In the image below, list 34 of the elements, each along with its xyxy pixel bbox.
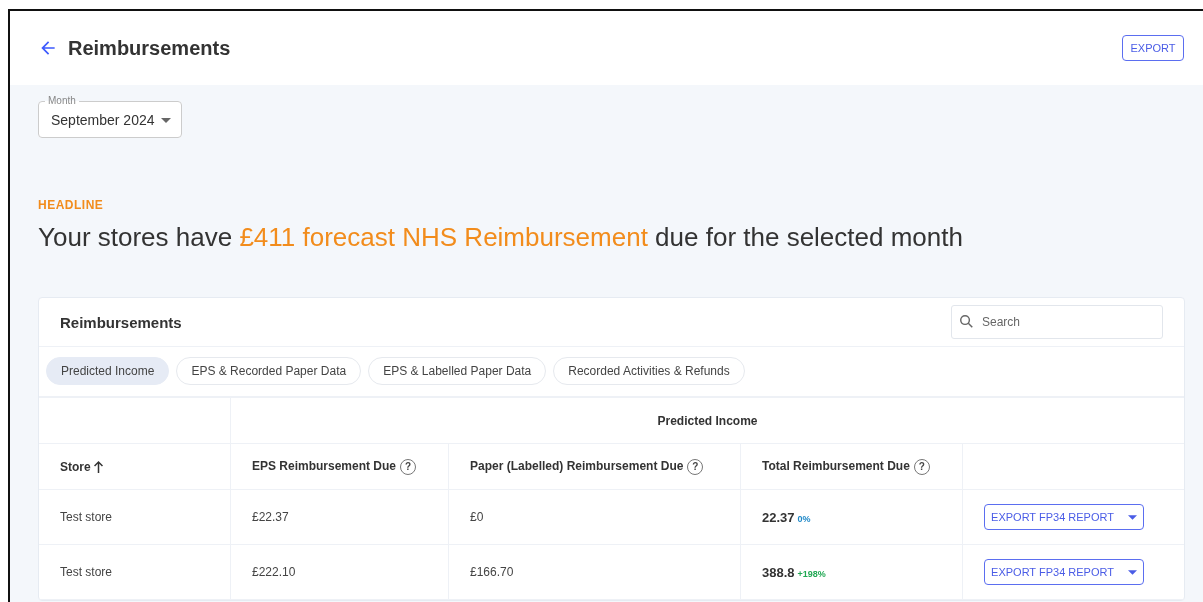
table-cell: £22.37 (230, 489, 449, 545)
search-icon (960, 315, 973, 328)
column-header[interactable]: Total Reimbursement Due ? (740, 443, 963, 490)
month-value: September 2024 (51, 112, 155, 128)
change-percent: 0% (797, 513, 811, 524)
change-percent: +198% (797, 568, 826, 579)
tab[interactable]: EPS & Recorded Paper Data (176, 357, 362, 385)
total-value: 22.37 (762, 509, 795, 525)
export-report-button[interactable]: EXPORT FP34 REPORT (984, 559, 1144, 585)
table-cell: £166.70 (448, 544, 741, 600)
caret-icon (1127, 514, 1137, 520)
total-value: 388.8 (762, 564, 795, 580)
column-header[interactable]: Paper (Labelled) Reimbursement Due ? (448, 443, 741, 490)
table-cell: £0 (448, 489, 741, 545)
table-cell: Test store (39, 489, 231, 545)
tab[interactable]: Predicted Income (46, 357, 170, 385)
column-header[interactable]: EPS Reimbursement Due ? (230, 443, 449, 490)
column-group-header: Predicted Income (230, 397, 1184, 444)
column-header[interactable]: Store (39, 443, 231, 490)
search-field[interactable]: Search (951, 305, 1163, 339)
headline-label: HEADLINE (38, 198, 105, 212)
export-button[interactable]: EXPORT (1122, 35, 1184, 61)
caret-icon (1127, 569, 1137, 575)
table-cell: Test store (39, 544, 231, 600)
table-cell: £222.10 (230, 544, 449, 600)
export-report-button[interactable]: EXPORT FP34 REPORT (984, 504, 1144, 530)
tab[interactable]: Recorded Activities & Refunds (553, 357, 745, 385)
month-label: Month (47, 95, 77, 107)
caret-icon (160, 117, 171, 123)
tab[interactable]: EPS & Labelled Paper Data (368, 357, 547, 385)
headline-text: Your stores have £411 forecast NHS Reimbursement due for the selected month (38, 222, 964, 253)
card-title: Reimbursements (60, 313, 183, 331)
month-select[interactable]: Month September 2024 (38, 95, 182, 138)
page-title: Reimbursements (68, 36, 232, 60)
